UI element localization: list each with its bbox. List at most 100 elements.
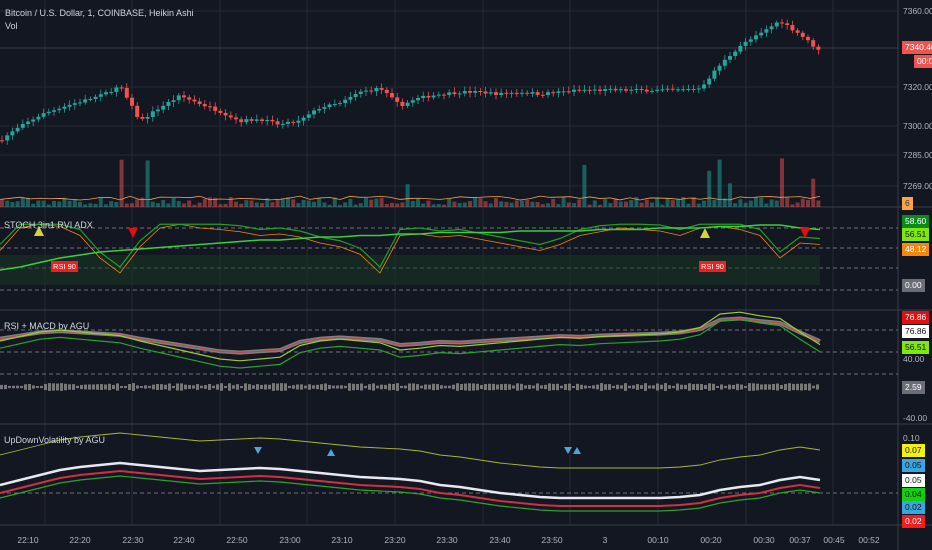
candle-body xyxy=(520,92,524,94)
macd-histogram-bar xyxy=(188,384,191,390)
candle-body xyxy=(364,90,368,92)
candle-body xyxy=(62,106,67,109)
volume-bar xyxy=(530,201,535,207)
volume-bar xyxy=(514,200,519,207)
candle-body xyxy=(592,89,597,91)
macd-histogram-bar xyxy=(516,383,519,391)
symbol-title: Bitcoin / U.S. Dollar, 1, COINBASE, Heik… xyxy=(5,8,194,18)
candle-body xyxy=(5,135,10,141)
candle-body xyxy=(447,92,452,95)
macd-histogram-bar xyxy=(556,383,559,391)
candle-body xyxy=(525,92,530,94)
macd-histogram-bar xyxy=(268,384,271,390)
candle-body xyxy=(754,35,758,40)
volume-bar xyxy=(769,199,774,207)
rsi-value-tag: 76.86 xyxy=(902,311,930,324)
volume-bar xyxy=(291,199,296,207)
buy-arrow-icon xyxy=(700,228,710,238)
macd-histogram-bar xyxy=(636,384,639,390)
macd-histogram-bar xyxy=(24,384,27,390)
volume-bar xyxy=(114,202,119,207)
candle-body xyxy=(353,94,358,97)
candle-body xyxy=(218,110,223,113)
candle-body xyxy=(598,89,602,91)
macd-histogram-bar xyxy=(260,384,263,390)
volume-bar xyxy=(192,204,197,207)
volume-bar xyxy=(104,204,108,207)
macd-histogram-bar xyxy=(740,384,743,390)
candle-body xyxy=(348,96,353,100)
volume-bar xyxy=(572,203,576,207)
macd-histogram-bar xyxy=(184,384,187,390)
macd-histogram-bar xyxy=(412,383,415,391)
rsi-value-tag: 56.51 xyxy=(902,341,930,354)
macd-histogram-bar xyxy=(4,384,7,390)
macd-histogram-bar xyxy=(196,384,199,390)
macd-histogram-bar xyxy=(328,384,331,390)
macd-histogram-bar xyxy=(16,385,19,389)
price-tick: 7269.00 xyxy=(903,181,932,191)
macd-histogram-bar xyxy=(500,384,503,390)
volume-bar xyxy=(228,197,233,207)
volume-bar xyxy=(603,199,608,207)
macd-histogram-bar xyxy=(256,384,259,390)
macd-histogram-bar xyxy=(808,383,811,391)
macd-histogram-bar xyxy=(652,385,655,389)
macd-histogram-bar xyxy=(488,383,491,391)
candle-body xyxy=(618,89,623,91)
volume-bar xyxy=(462,202,467,207)
macd-histogram-bar xyxy=(36,385,39,389)
macd-histogram-bar xyxy=(640,385,643,389)
candle-body xyxy=(254,119,259,121)
macd-histogram-bar xyxy=(756,383,759,391)
macd-histogram-bar xyxy=(668,385,671,389)
macd-histogram-bar xyxy=(60,383,63,391)
candle-body xyxy=(187,97,192,100)
macd-histogram-bar xyxy=(272,383,275,391)
macd-histogram-bar xyxy=(504,383,507,391)
candle-body xyxy=(20,123,25,128)
macd-histogram-bar xyxy=(356,384,359,390)
volume-bar xyxy=(707,170,712,207)
macd-histogram-bar xyxy=(692,384,695,390)
candle-body xyxy=(660,89,665,91)
macd-histogram-bar xyxy=(200,385,203,389)
volume-bar xyxy=(702,200,706,207)
macd-histogram-bar xyxy=(336,385,339,389)
macd-histogram-bar xyxy=(80,384,83,390)
candle-body xyxy=(639,88,644,90)
macd-histogram-bar xyxy=(512,385,515,389)
candle-body xyxy=(104,92,108,95)
updown-value-tag: 0.05 xyxy=(902,459,925,472)
candle-body xyxy=(774,22,779,27)
volume-bar xyxy=(556,204,561,207)
candle-body xyxy=(78,102,82,104)
volume-bar xyxy=(436,203,441,207)
volume-bar xyxy=(390,202,394,207)
macd-histogram-bar xyxy=(656,383,659,391)
volume-bar xyxy=(639,202,644,207)
updown-value-tag: 0.04 xyxy=(902,488,925,501)
volume-bar xyxy=(520,200,524,207)
volume-bar xyxy=(421,203,426,207)
candle-body xyxy=(286,121,290,124)
candle-body xyxy=(707,78,712,85)
candle-body xyxy=(795,30,800,33)
candle-body xyxy=(405,102,410,107)
macd-histogram-bar xyxy=(40,385,43,389)
time-label: 00:10 xyxy=(647,535,669,545)
candle-body xyxy=(488,92,493,94)
macd-histogram-bar xyxy=(320,384,323,390)
macd-histogram-bar xyxy=(8,385,11,389)
macd-histogram-bar xyxy=(100,384,103,390)
candle-body xyxy=(317,108,322,111)
candle-body xyxy=(390,93,394,98)
chart-canvas[interactable] xyxy=(0,0,932,550)
volume-bar xyxy=(254,202,259,207)
volume-bar xyxy=(384,203,389,207)
macd-histogram-bar xyxy=(704,384,707,390)
volume-bar xyxy=(208,197,212,207)
volume-bar xyxy=(728,183,732,207)
time-label: 23:20 xyxy=(384,535,406,545)
macd-histogram-bar xyxy=(360,383,363,391)
